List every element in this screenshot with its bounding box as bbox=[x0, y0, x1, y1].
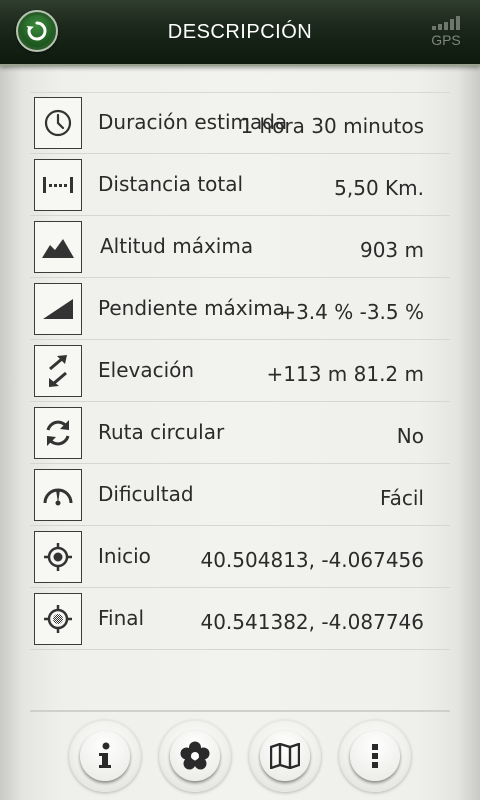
row-value: 40.541382, -4.087746 bbox=[200, 610, 424, 634]
row-value: +113 m 81.2 m bbox=[266, 362, 425, 386]
gauge-icon bbox=[34, 469, 82, 521]
bottom-toolbar bbox=[0, 716, 480, 800]
row-value: 5,50 Km. bbox=[334, 176, 424, 200]
row-label: Inicio bbox=[98, 544, 151, 568]
row-label: Altitud máxima bbox=[100, 234, 254, 258]
row-difficulty: Dificultad Fácil bbox=[30, 464, 450, 526]
row-value: 903 m bbox=[359, 238, 424, 262]
row-end: Final 40.541382, -4.087746 bbox=[30, 588, 450, 650]
row-value: 1 hora 30 minutos bbox=[240, 114, 424, 138]
distance-icon bbox=[34, 159, 82, 211]
divider bbox=[30, 710, 450, 712]
row-start: Inicio 40.504813, -4.067456 bbox=[30, 526, 450, 588]
flower-icon bbox=[180, 741, 210, 770]
row-label: Pendiente máxima bbox=[98, 296, 285, 320]
end-target-icon bbox=[34, 593, 82, 645]
map-button[interactable] bbox=[249, 720, 321, 792]
page-title: DESCRIPCIÓN bbox=[167, 21, 313, 43]
row-value: 40.504813, -4.067456 bbox=[200, 548, 424, 572]
flower-button[interactable] bbox=[159, 720, 231, 792]
info-icon bbox=[99, 742, 111, 768]
row-label: Final bbox=[98, 606, 145, 630]
gps-label: GPS bbox=[431, 32, 461, 48]
refresh-icon bbox=[34, 407, 82, 459]
elevation-arrows-icon bbox=[34, 345, 82, 397]
gps-indicator: GPS bbox=[428, 14, 464, 50]
row-label: Dificultad bbox=[98, 482, 194, 506]
route-details-list: Duración estimada 1 hora 30 minutos Dist… bbox=[30, 92, 450, 650]
row-max-slope: Pendiente máxima +3.4 % -3.5 % bbox=[30, 278, 450, 340]
mountain-icon bbox=[34, 221, 82, 273]
more-vertical-icon bbox=[372, 744, 378, 768]
map-icon bbox=[270, 743, 300, 769]
header-bar: DESCRIPCIÓN GPS bbox=[0, 0, 480, 66]
row-value: +3.4 % -3.5 % bbox=[279, 300, 424, 324]
info-button[interactable] bbox=[69, 720, 141, 792]
row-elevation: Elevación +113 m 81.2 m bbox=[30, 340, 450, 402]
row-label: Ruta circular bbox=[98, 420, 225, 444]
row-value: No bbox=[396, 424, 424, 448]
clock-icon bbox=[34, 97, 82, 149]
row-max-altitude: Altitud máxima 903 m bbox=[30, 216, 450, 278]
row-circular-route: Ruta circular No bbox=[30, 402, 450, 464]
row-value: Fácil bbox=[379, 486, 424, 510]
row-distance: Distancia total 5,50 Km. bbox=[30, 154, 450, 216]
more-button[interactable] bbox=[339, 720, 411, 792]
row-label: Distancia total bbox=[98, 172, 244, 196]
row-label: Elevación bbox=[98, 358, 195, 382]
start-target-icon bbox=[34, 531, 82, 583]
signal-bars-icon bbox=[432, 16, 462, 30]
row-duration: Duración estimada 1 hora 30 minutos bbox=[30, 92, 450, 154]
slope-icon bbox=[34, 283, 82, 335]
